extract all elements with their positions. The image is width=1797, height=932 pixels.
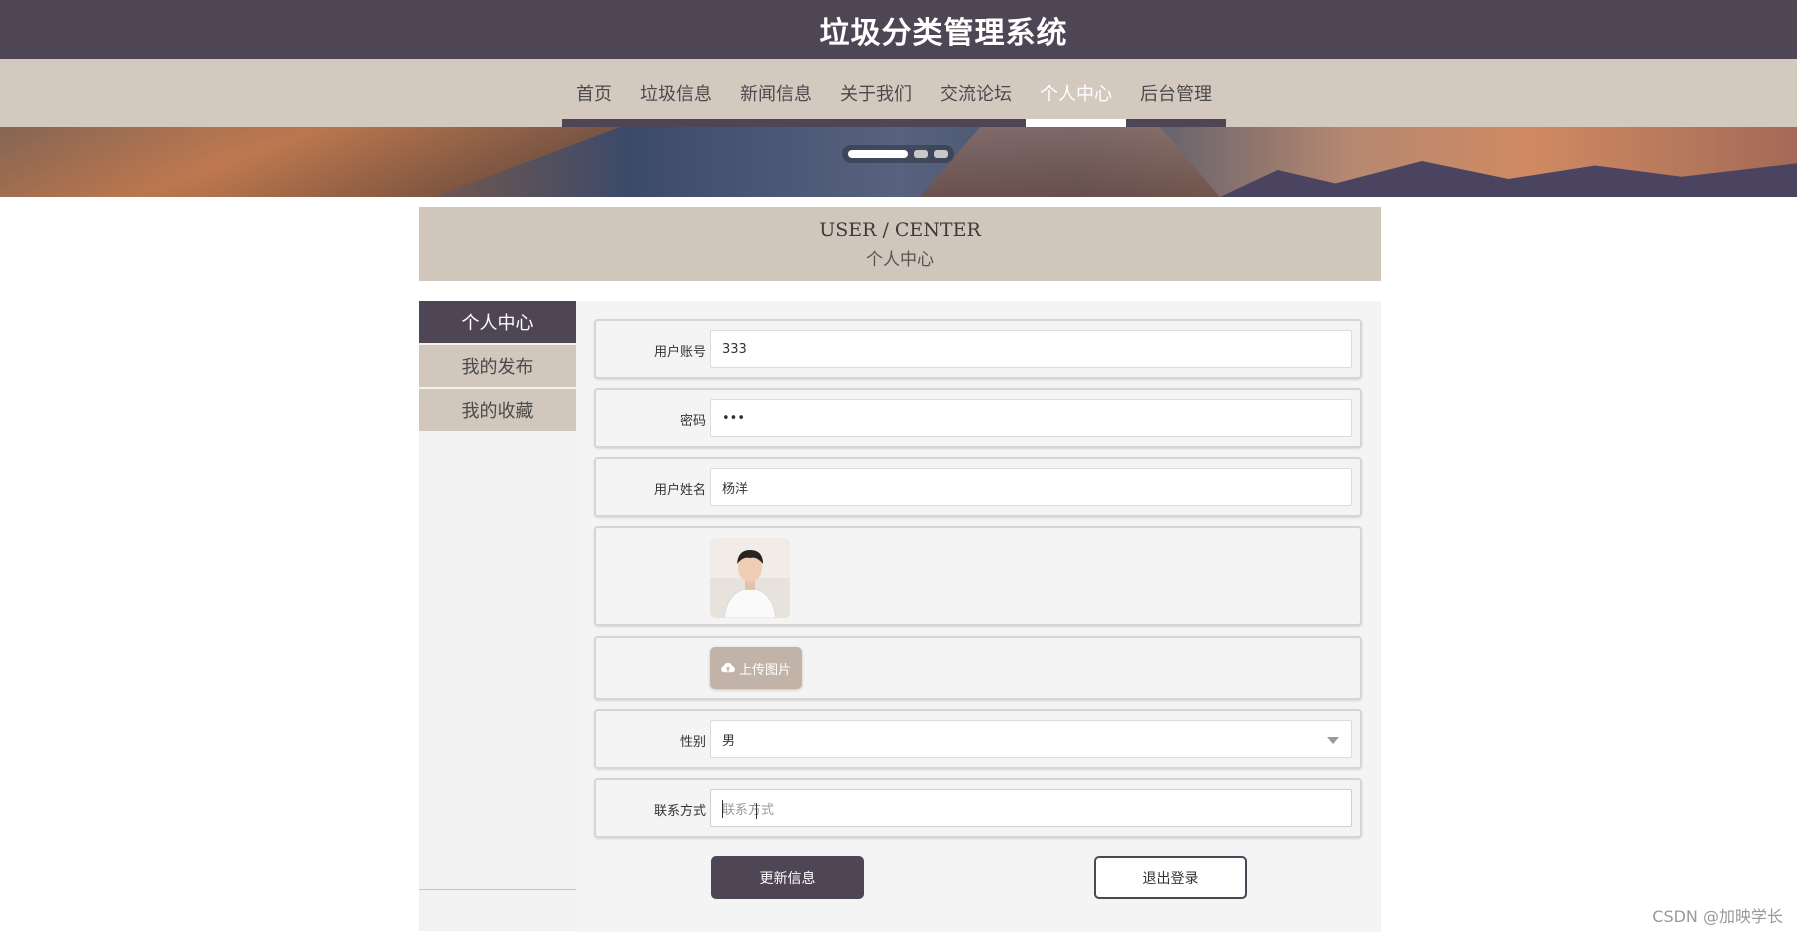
account-input[interactable]: 333 [710,330,1352,368]
nav-item-admin[interactable]: 后台管理 [1126,59,1226,127]
contact-placeholder: 联系方式 [722,802,775,818]
gender-row: 性别 男 [594,709,1362,769]
logout-button[interactable]: 退出登录 [1094,856,1247,899]
password-input[interactable]: ••• [710,399,1352,437]
avatar-row [594,526,1362,626]
update-info-button[interactable]: 更新信息 [711,856,864,899]
upload-row: 上传图片 [594,636,1362,700]
nav-item-about[interactable]: 关于我们 [826,59,926,127]
carousel-indicators [842,145,954,163]
carousel-dot-1[interactable] [848,150,908,158]
banner-rock-center [920,127,1220,197]
password-label: 密码 [679,414,706,429]
contact-row: 联系方式 联系方式 [594,778,1362,838]
nav-item-garbage-info[interactable]: 垃圾信息 [626,59,726,127]
watermark: CSDN @加映学长 [1652,907,1783,926]
nav-underline [726,119,826,127]
nav-item-label: 交流论坛 [940,84,1012,105]
profile-form: 用户账号 333 密码 ••• 用户姓名 杨洋 上传图片 性别 男 联系方式 联… [576,301,1381,932]
gender-select[interactable]: 男 [710,720,1352,758]
gender-selected-value: 男 [722,733,736,749]
nav-item-forum[interactable]: 交流论坛 [926,59,1026,127]
name-row: 用户姓名 杨洋 [594,457,1362,517]
sidebar-divider [419,889,576,890]
nav-item-label: 关于我们 [840,84,912,105]
sidebar-item-user-center[interactable]: 个人中心 [419,301,576,343]
cloud-upload-icon [721,662,735,673]
nav-underline [826,119,926,127]
nav-item-label: 新闻信息 [740,84,812,105]
nav-item-label: 首页 [576,84,612,105]
upload-image-button[interactable]: 上传图片 [710,647,802,689]
nav-item-home[interactable]: 首页 [562,59,626,127]
banner-carousel [0,127,1797,197]
upload-image-label: 上传图片 [738,662,791,678]
site-title: 垃圾分类管理系统 [819,15,1068,51]
account-row: 用户账号 333 [594,319,1362,379]
name-label: 用户姓名 [653,483,706,498]
avatar-photo [710,538,790,618]
nav-item-news[interactable]: 新闻信息 [726,59,826,127]
nav-underline [1126,119,1226,127]
section-title-en: USER / CENTER [819,219,981,241]
nav-item-label: 后台管理 [1140,84,1212,105]
nav-items: 首页 垃圾信息 新闻信息 关于我们 交流论坛 个人中心 后台管理 [562,59,1226,127]
carousel-dot-2[interactable] [914,150,928,158]
name-input[interactable]: 杨洋 [710,468,1352,506]
nav-underline [626,119,726,127]
nav-underline [926,119,1026,127]
sidebar-item-my-favorites[interactable]: 我的收藏 [419,389,576,431]
contact-label: 联系方式 [653,804,706,819]
nav-item-user-center[interactable]: 个人中心 [1026,59,1126,127]
chevron-down-icon [1327,737,1339,744]
banner-rock-left [0,127,620,197]
avatar [710,538,790,618]
sidebar: 个人中心 我的发布 我的收藏 [419,301,576,931]
contact-input[interactable]: 联系方式 [710,789,1352,827]
gender-label: 性别 [679,735,706,750]
section-title-cn: 个人中心 [866,250,934,270]
text-caret [722,800,723,818]
banner-mountains [1220,161,1797,197]
nav-underline-active [1026,119,1126,127]
sidebar-item-my-posts[interactable]: 我的发布 [419,345,576,387]
nav-item-label: 垃圾信息 [640,84,712,105]
nav-item-label: 个人中心 [1040,84,1112,105]
text-cursor-icon [756,803,764,819]
section-header: USER / CENTER 个人中心 [419,207,1381,281]
password-row: 密码 ••• [594,388,1362,448]
main-nav: 首页 垃圾信息 新闻信息 关于我们 交流论坛 个人中心 后台管理 [0,59,1797,127]
account-label: 用户账号 [653,345,706,360]
carousel-dot-3[interactable] [934,150,948,158]
nav-underline [562,119,626,127]
top-header: 垃圾分类管理系统 [0,0,1797,59]
